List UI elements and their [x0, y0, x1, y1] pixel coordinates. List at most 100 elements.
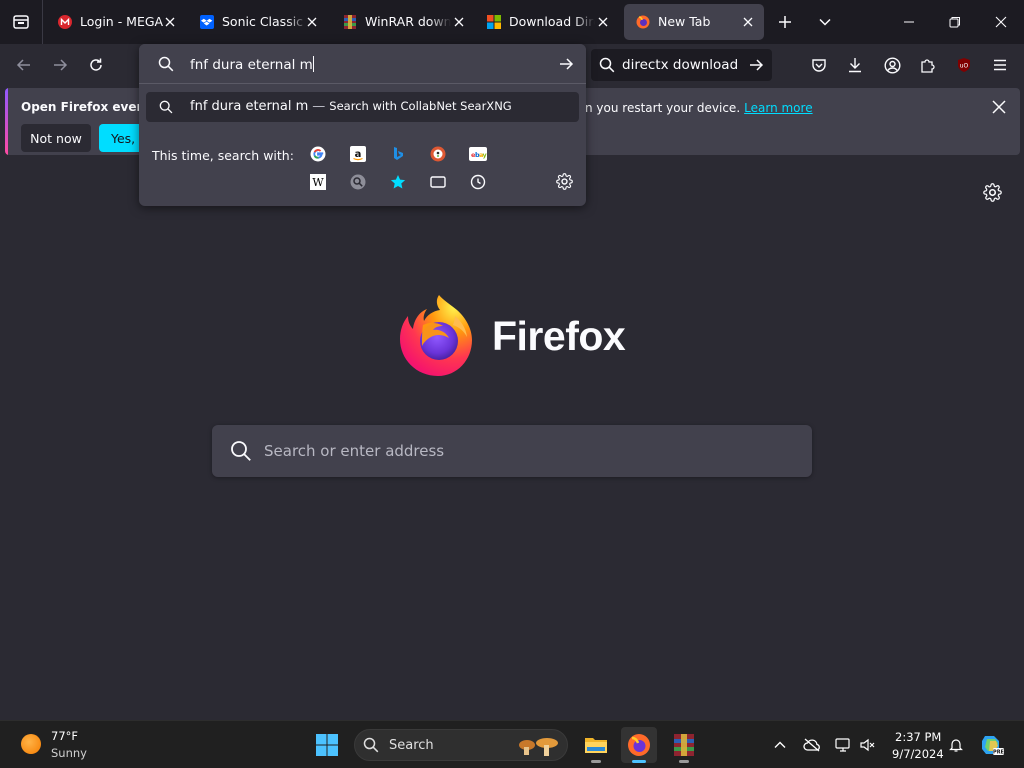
learn-more-link[interactable]: Learn more — [744, 101, 812, 115]
search-icon — [599, 57, 615, 73]
google-engine-button[interactable] — [309, 145, 327, 163]
copilot-button[interactable]: PRE — [979, 732, 1005, 758]
tab-close-icon[interactable] — [304, 14, 320, 30]
firefox-view-button[interactable] — [0, 0, 42, 44]
pocket-icon — [812, 59, 826, 72]
result-action: Search with CollabNet SearXNG — [329, 99, 512, 113]
reload-button[interactable] — [81, 50, 111, 80]
url-bar-popup: fnf dura eternal m fnf dura eternal m — Se… — [139, 44, 586, 206]
downloads-button[interactable] — [841, 51, 869, 79]
app-active-indicator — [632, 760, 646, 763]
close-notification-icon[interactable] — [992, 100, 1006, 114]
new-tab-search-input[interactable] — [264, 439, 784, 463]
ebay-engine-button[interactable]: ebay — [469, 145, 487, 163]
tab-close-icon[interactable] — [451, 14, 467, 30]
firefox-app[interactable] — [621, 727, 657, 763]
amazon-engine-button[interactable]: a — [349, 145, 367, 163]
text-caret — [312, 56, 314, 72]
volume-tray-icon[interactable] — [858, 735, 878, 755]
restore-button[interactable] — [932, 0, 978, 44]
history-search-button[interactable] — [469, 173, 487, 191]
new-tab-button[interactable] — [771, 8, 799, 36]
searxng-icon — [350, 174, 366, 190]
app-menu-button[interactable] — [986, 51, 1014, 79]
search-settings-button[interactable] — [556, 173, 573, 190]
account-button[interactable] — [878, 51, 906, 79]
tab-close-icon[interactable] — [740, 14, 756, 30]
search-bar-text[interactable]: directx download — [622, 57, 738, 73]
tab-new-tab[interactable]: New Tab — [624, 4, 764, 40]
star-icon — [390, 175, 406, 189]
search-icon — [231, 441, 251, 461]
hamburger-menu-icon — [994, 59, 1006, 71]
taskbar-search[interactable]: Search — [354, 729, 568, 761]
extensions-button[interactable] — [914, 51, 942, 79]
tab-sonic-classic[interactable]: Sonic Classic 2 P — [188, 4, 326, 40]
tab-title: Download Direc — [509, 14, 595, 29]
ublock-origin-button[interactable]: uO — [950, 51, 978, 79]
clock-icon — [470, 174, 486, 190]
notifications-button[interactable] — [946, 735, 966, 755]
firefox-logo-icon — [400, 295, 472, 376]
mega-icon — [58, 15, 72, 29]
bell-icon — [949, 739, 963, 752]
url-result-row[interactable]: fnf dura eternal m — Search with CollabNet… — [146, 92, 579, 122]
cloud-offline-icon — [803, 738, 820, 752]
bookmarks-search-button[interactable] — [389, 173, 407, 191]
folder-icon — [585, 738, 607, 753]
back-button[interactable] — [9, 50, 39, 80]
minimize-button[interactable] — [886, 0, 932, 44]
tab-login-mega[interactable]: Login - MEGA — [46, 4, 184, 40]
tab-close-icon[interactable] — [162, 14, 178, 30]
forward-button[interactable] — [45, 50, 75, 80]
forward-arrow-icon — [54, 59, 68, 71]
svg-text:W: W — [312, 176, 324, 189]
network-ethernet-icon — [835, 738, 850, 752]
plus-icon — [779, 16, 791, 28]
one-off-search-label: This time, search with: — [152, 148, 294, 163]
result-query: fnf dura eternal m — [190, 99, 309, 114]
search-icon — [158, 56, 174, 72]
clock-time: 2:37 PM — [895, 730, 942, 744]
windows-logo-icon — [316, 734, 338, 756]
tab-separator — [42, 0, 43, 44]
tab-winrar-download[interactable]: WinRAR downlo — [331, 4, 469, 40]
new-tab-search-box[interactable] — [212, 425, 812, 477]
svg-text:a: a — [355, 149, 362, 160]
go-arrow-icon[interactable] — [748, 57, 764, 73]
sun-icon — [21, 734, 41, 754]
reload-icon — [90, 58, 102, 71]
url-bar[interactable]: fnf dura eternal m — [139, 44, 586, 84]
svg-text:uO: uO — [960, 63, 969, 70]
show-hidden-icons-button[interactable] — [770, 735, 790, 755]
chevron-down-icon — [819, 18, 831, 26]
wikipedia-engine-button[interactable]: W — [309, 173, 327, 191]
winrar-app[interactable] — [666, 727, 702, 763]
go-arrow-icon[interactable] — [558, 56, 574, 72]
copilot-icon: PRE — [982, 736, 1005, 756]
list-all-tabs-button[interactable] — [811, 8, 839, 36]
close-window-button[interactable] — [978, 0, 1024, 44]
winrar-icon — [343, 15, 357, 29]
tab-strip: Login - MEGA Sonic Classic 2 P WinRAR do… — [0, 0, 1024, 44]
search-bar[interactable]: directx download — [591, 49, 772, 81]
customize-new-tab-button[interactable] — [983, 183, 1002, 202]
chevron-up-icon — [774, 741, 786, 748]
start-button[interactable] — [316, 734, 338, 756]
speaker-muted-icon — [860, 738, 875, 752]
network-tray-icon[interactable] — [834, 735, 854, 755]
pocket-button[interactable] — [805, 51, 833, 79]
collabnet-searxng-engine-button[interactable] — [349, 173, 367, 191]
file-explorer-app[interactable] — [578, 727, 614, 763]
duckduckgo-engine-button[interactable] — [429, 145, 447, 163]
ebay-icon: ebay — [469, 147, 487, 161]
tabs-search-button[interactable] — [429, 173, 447, 191]
onedrive-tray-icon[interactable] — [802, 735, 822, 755]
tab-close-icon[interactable] — [595, 14, 611, 30]
not-now-button[interactable]: Not now — [21, 124, 91, 152]
minimize-icon — [904, 21, 914, 23]
bing-icon — [394, 147, 403, 160]
url-bar-input-text[interactable]: fnf dura eternal m — [190, 56, 314, 73]
tab-download-directx[interactable]: Download Direc — [475, 4, 613, 40]
bing-engine-button[interactable] — [389, 145, 407, 163]
